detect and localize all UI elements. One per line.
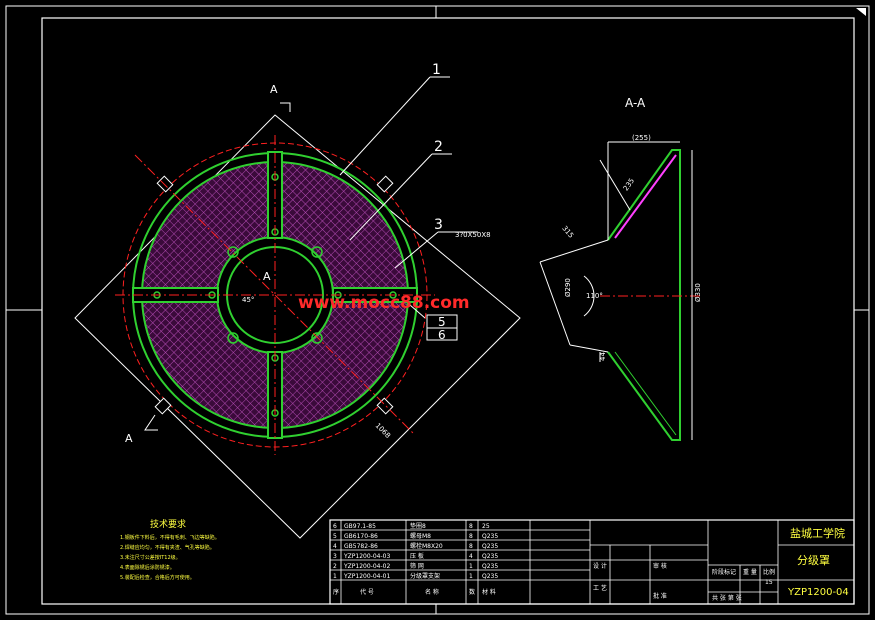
header-material: 材 料 [482,588,496,596]
dim-angle-side: 110° [586,292,603,300]
balloon-5: 5 [438,315,446,329]
part-qty: 1 [469,563,473,570]
scale-label: 比例 [763,568,775,576]
part-material: 25 [482,523,490,530]
part-no: 3 [333,553,337,560]
part-no: 6 [333,523,337,530]
part-qty: 8 [469,523,473,530]
part-material: Q235 [482,543,498,550]
approve-label: 批 准 [653,592,667,600]
header-name: 名 称 [425,588,439,596]
balloon-1: 1 [432,62,441,78]
part-material: Q235 [482,553,498,560]
title-block: 6 GB97.1-85 垫圈8 8 25 5 GB6170-86 螺母M8 8 … [329,519,855,605]
watermark: www.mocc88.com [298,293,470,313]
designer-label: 设 计 [593,562,607,570]
part-no: 5 [333,533,337,540]
part-no: 1 [333,573,337,580]
dim-slant-upper: 235 [622,177,636,193]
note-line: 2.焊缝应均匀，不得有夹渣、气孔等缺陷。 [120,544,215,551]
part-name: 压 板 [410,552,424,560]
note-line: 5.装配后检查，合格后方可使用。 [120,574,195,581]
part-qty: 8 [469,533,473,540]
part-code: YZP1200-04-01 [343,573,390,580]
sheet-label: 共 张 第 张 [712,594,742,602]
part-code: YZP1200-04-02 [343,563,390,570]
mark-label: 阶段标记 [712,568,736,576]
weight-label: 重 量 [743,568,757,576]
note-line: 1.钢板件下料后，不得有毛刺、飞边等缺陷。 [120,534,220,541]
check-label: 审 核 [653,562,667,570]
part-code: GB97.1-85 [344,523,376,530]
part-material: Q235 [482,533,498,540]
notes-title: 技术要求 [150,518,186,530]
part-qty: 8 [469,543,473,550]
note-3: 3?0X50X8 [455,231,491,239]
dim-slant-left: 315 [560,224,575,239]
angle-label: 45° [242,296,254,304]
dim-diameter: 1068 [374,422,392,440]
school-name: 盐城工学院 [790,526,845,540]
corner-triangle [856,8,866,16]
part-name: 螺母M8 [410,532,431,540]
section-view: A-A (255) 235 315 110° Ø290 Ø330 44 [539,96,702,441]
dim-left-dia: Ø290 [564,278,572,297]
part-material: Q235 [482,573,498,580]
section-label-bottom: A [125,432,133,445]
dim-top-width: (255) [632,134,651,142]
drawing-number: YZP1200-04 [787,587,849,598]
part-code: YZP1200-04-03 [343,553,390,560]
part-qty: 4 [469,553,473,560]
part-qty: 1 [469,573,473,580]
note-line: 3.未注尺寸公差按IT12级。 [120,554,181,561]
part-name: 螺栓M8X20 [410,542,443,550]
part-name: 分级罩支架 [410,572,440,580]
note-line: 4.表面除锈后涂防锈漆。 [120,564,175,571]
balloon-6: 6 [438,328,446,342]
part-no: 2 [333,563,337,570]
process-label: 工 艺 [593,584,607,592]
balloon-2: 2 [434,139,443,155]
header-code: 代 号 [360,588,374,596]
header-no: 序 [333,588,339,596]
tech-notes: 技术要求 1.钢板件下料后，不得有毛刺、飞边等缺陷。 2.焊缝应均匀，不得有夹渣… [120,518,220,581]
part-name: 筛 网 [410,562,424,570]
part-title: 分级罩 [797,554,830,567]
scale-value: 15 [765,579,773,586]
part-material: Q235 [482,563,498,570]
part-name: 垫圈8 [410,522,426,530]
dim-right-dia: Ø330 [694,283,702,302]
section-label-top: A [270,83,278,96]
part-code: GB6170-86 [344,533,378,540]
part-no: 4 [333,543,337,550]
balloon-3: 3 [434,217,443,233]
header-qty: 数 [469,588,475,596]
center-label: A [263,270,271,283]
part-code: GB5782-86 [344,543,378,550]
cad-drawing: A A A 45° 1 2 3 3?0X50X8 5 6 1068 www.mo… [5,5,870,615]
section-title: A-A [625,96,646,110]
dim-small: 44 [599,352,607,361]
